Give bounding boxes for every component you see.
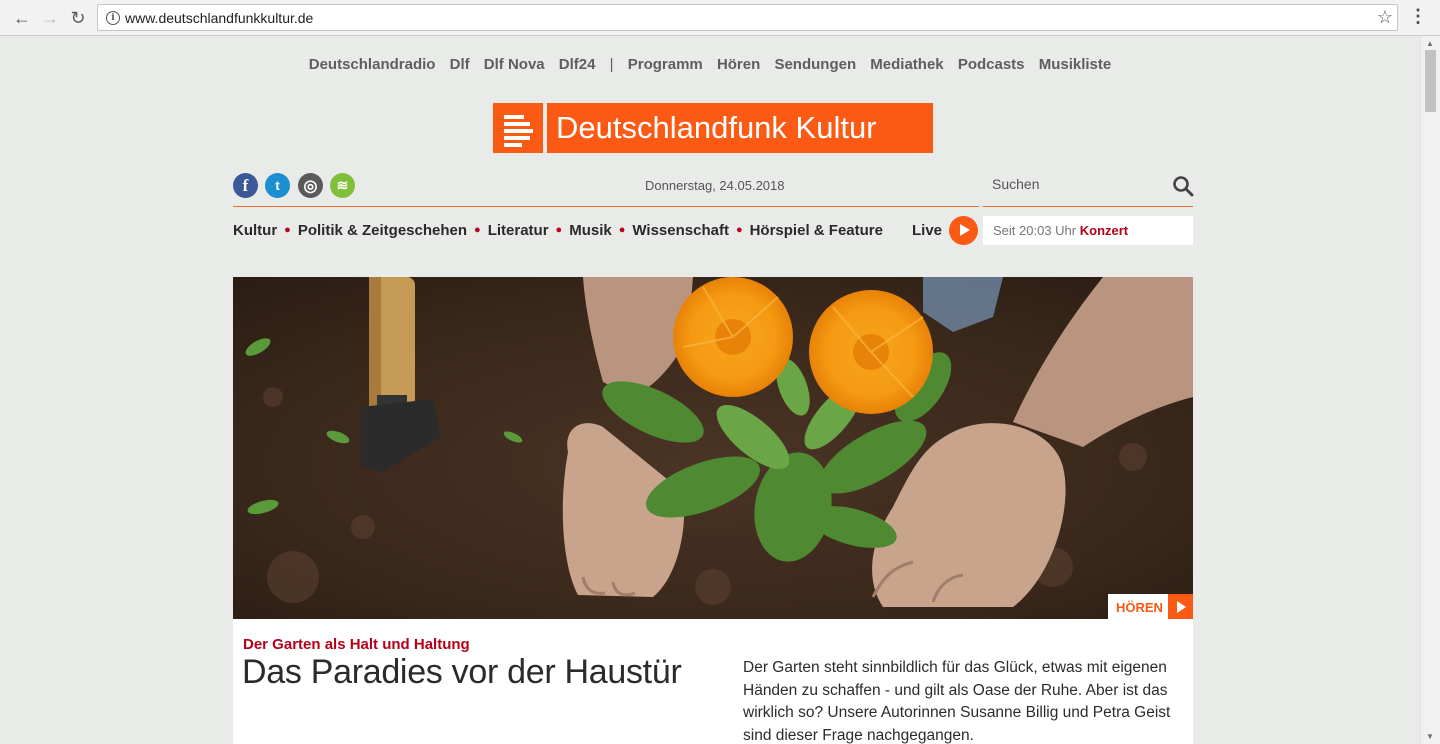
now-playing-program[interactable]: Konzert: [1080, 223, 1128, 238]
browser-toolbar: ← → ↻ i www.deutschlandfunkkultur.de ☆ ⋮: [0, 0, 1440, 36]
nav-separator: ●: [474, 224, 481, 236]
current-date: Donnerstag, 24.05.2018: [645, 178, 785, 193]
nav-separator: ●: [618, 224, 626, 236]
nav-separator: ●: [735, 224, 743, 236]
scroll-thumb[interactable]: [1425, 50, 1436, 112]
back-arrow-icon: ←: [13, 7, 31, 28]
hero-image[interactable]: [233, 277, 1193, 619]
search-underline: [983, 206, 1193, 207]
twitter-icon[interactable]: t: [265, 173, 290, 198]
browser-menu-icon[interactable]: ⋮: [1409, 7, 1427, 25]
network-nav-divider: |: [609, 56, 614, 73]
url-text[interactable]: www.deutschlandfunkkultur.de: [125, 10, 313, 26]
now-playing-box[interactable]: Seit 20:03 Uhr Konzert: [983, 216, 1193, 245]
page-scrollbar[interactable]: ▲ ▼: [1420, 36, 1440, 744]
section-nav-politik[interactable]: Politik & Zeitgeschehen: [298, 222, 467, 239]
play-icon: [1168, 594, 1193, 619]
search-icon[interactable]: [1172, 175, 1194, 197]
article-teaser: Der Garten steht sinnbildlich für das Gl…: [743, 659, 1171, 744]
spotify-icon[interactable]: ≋: [330, 173, 355, 198]
network-nav-item[interactable]: Hören: [717, 56, 760, 73]
garden-photo: [233, 277, 1193, 619]
facebook-icon[interactable]: f: [233, 173, 258, 198]
section-nav-musik[interactable]: Musik: [569, 222, 612, 239]
logo-icon[interactable]: [493, 103, 543, 153]
live-play-icon[interactable]: [949, 216, 978, 245]
listen-label: HÖREN: [1108, 594, 1168, 619]
reload-icon: ↻: [70, 7, 86, 28]
network-nav-item[interactable]: Programm: [628, 56, 703, 73]
network-nav-item[interactable]: Dlf: [450, 56, 470, 73]
now-playing-time: Seit 20:03 Uhr: [993, 223, 1077, 238]
reload-button[interactable]: ↻: [66, 6, 90, 30]
network-nav-item[interactable]: Musikliste: [1039, 56, 1112, 73]
network-nav-item[interactable]: Sendungen: [774, 56, 856, 73]
scroll-down-arrow-icon[interactable]: ▼: [1426, 732, 1434, 741]
network-nav-item[interactable]: Mediathek: [870, 56, 943, 73]
article-card[interactable]: Der Garten als Halt und Haltung Das Para…: [233, 619, 1193, 744]
network-nav-item[interactable]: Deutschlandradio: [309, 56, 436, 73]
address-bar[interactable]: i www.deutschlandfunkkultur.de ☆: [97, 4, 1398, 31]
section-nav: Kultur ● Politik & Zeitgeschehen ● Literatur…: [233, 222, 883, 239]
network-nav: Deutschlandradio Dlf Dlf Nova Dlf24 | Pr…: [0, 56, 1420, 73]
instagram-icon[interactable]: ◎: [298, 173, 323, 198]
search-input[interactable]: Suchen: [992, 176, 1039, 192]
scroll-up-arrow-icon[interactable]: ▲: [1426, 39, 1434, 48]
forward-button[interactable]: →: [38, 6, 62, 30]
header-divider: [233, 206, 979, 207]
site-info-icon[interactable]: i: [106, 11, 120, 25]
section-nav-kultur[interactable]: Kultur: [233, 222, 277, 239]
article-title[interactable]: Das Paradies vor der Haustür: [242, 653, 682, 692]
listen-button[interactable]: HÖREN: [1108, 594, 1193, 619]
site-logo[interactable]: Deutschlandfunk Kultur: [547, 103, 933, 153]
network-nav-item[interactable]: Podcasts: [958, 56, 1025, 73]
nav-separator: ●: [555, 224, 563, 236]
live-label[interactable]: Live: [912, 222, 942, 239]
network-nav-item[interactable]: Dlf24: [559, 56, 596, 73]
section-nav-literatur[interactable]: Literatur: [488, 222, 549, 239]
back-button[interactable]: ←: [10, 6, 34, 30]
forward-arrow-icon: →: [41, 7, 59, 28]
section-nav-wissenschaft[interactable]: Wissenschaft: [632, 222, 729, 239]
bookmark-star-icon[interactable]: ☆: [1377, 7, 1393, 28]
section-nav-hoerspiel[interactable]: Hörspiel & Feature: [750, 222, 883, 239]
article-kicker[interactable]: Der Garten als Halt und Haltung: [243, 636, 470, 653]
nav-separator: ●: [284, 224, 291, 236]
network-nav-item[interactable]: Dlf Nova: [484, 56, 545, 73]
